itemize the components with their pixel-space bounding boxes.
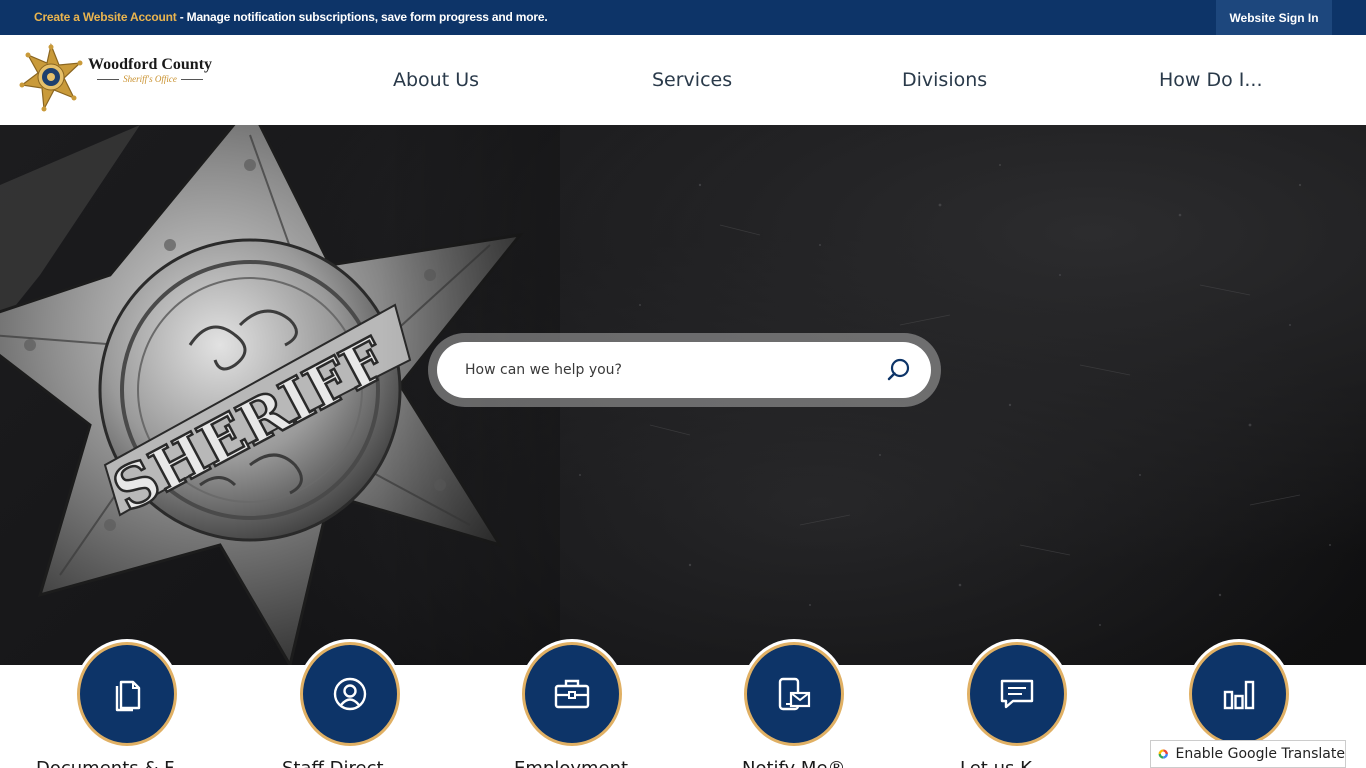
quick-link-let-us-know-label[interactable]: Let us K — [960, 758, 1032, 768]
google-translate-icon — [1157, 747, 1170, 761]
quick-link-notify-me[interactable] — [744, 642, 844, 746]
person-icon — [333, 677, 367, 711]
quick-link-employment[interactable] — [522, 642, 622, 746]
hero-banner: SHERIFF — [0, 125, 1366, 665]
search-icon — [887, 358, 910, 381]
google-translate-label: Enable Google Translate — [1175, 746, 1345, 762]
chat-icon — [1000, 679, 1034, 709]
notify-icon — [778, 677, 811, 711]
search-input[interactable] — [465, 342, 865, 398]
account-message: Create a Website Account - Manage notifi… — [34, 10, 548, 24]
quick-link-staff-directory-label[interactable]: Staff Direct — [282, 758, 384, 768]
document-icon — [115, 680, 141, 712]
briefcase-icon — [554, 679, 590, 709]
nav-how-do-i[interactable]: How Do I... — [1159, 35, 1263, 125]
nav-about-us[interactable]: About Us — [393, 35, 479, 125]
quick-link-staff-directory[interactable] — [300, 642, 400, 746]
logo-title: Woodford County — [88, 56, 213, 73]
search-box — [437, 342, 931, 398]
quick-link-let-us-know[interactable] — [967, 642, 1067, 746]
nav-services[interactable]: Services — [652, 35, 732, 125]
quick-link-statistics[interactable] — [1189, 642, 1289, 746]
sheriff-star-icon — [19, 42, 83, 112]
website-sign-in-button[interactable]: Website Sign In — [1216, 0, 1332, 35]
nav-divisions[interactable]: Divisions — [902, 35, 987, 125]
search-button[interactable] — [881, 352, 917, 388]
quick-link-notify-me-label[interactable]: Notify Me® — [742, 758, 846, 768]
create-account-link[interactable]: Create a Website Account — [34, 10, 177, 24]
quick-link-documents[interactable] — [77, 642, 177, 746]
quick-link-documents-label[interactable]: Documents & F — [36, 758, 174, 768]
quick-link-employment-label[interactable]: Employment — [514, 758, 628, 768]
site-logo[interactable]: Woodford County Sheriff's Office — [16, 42, 226, 113]
account-message-text: - Manage notification subscriptions, sav… — [176, 10, 548, 24]
search-container — [428, 333, 941, 407]
chart-icon — [1223, 680, 1255, 710]
logo-subtitle: Sheriff's Office — [88, 74, 212, 84]
google-translate-button[interactable]: Enable Google Translate — [1150, 740, 1346, 768]
site-header: Woodford County Sheriff's Office About U… — [0, 35, 1366, 125]
top-notification-bar: Create a Website Account - Manage notifi… — [0, 0, 1366, 35]
